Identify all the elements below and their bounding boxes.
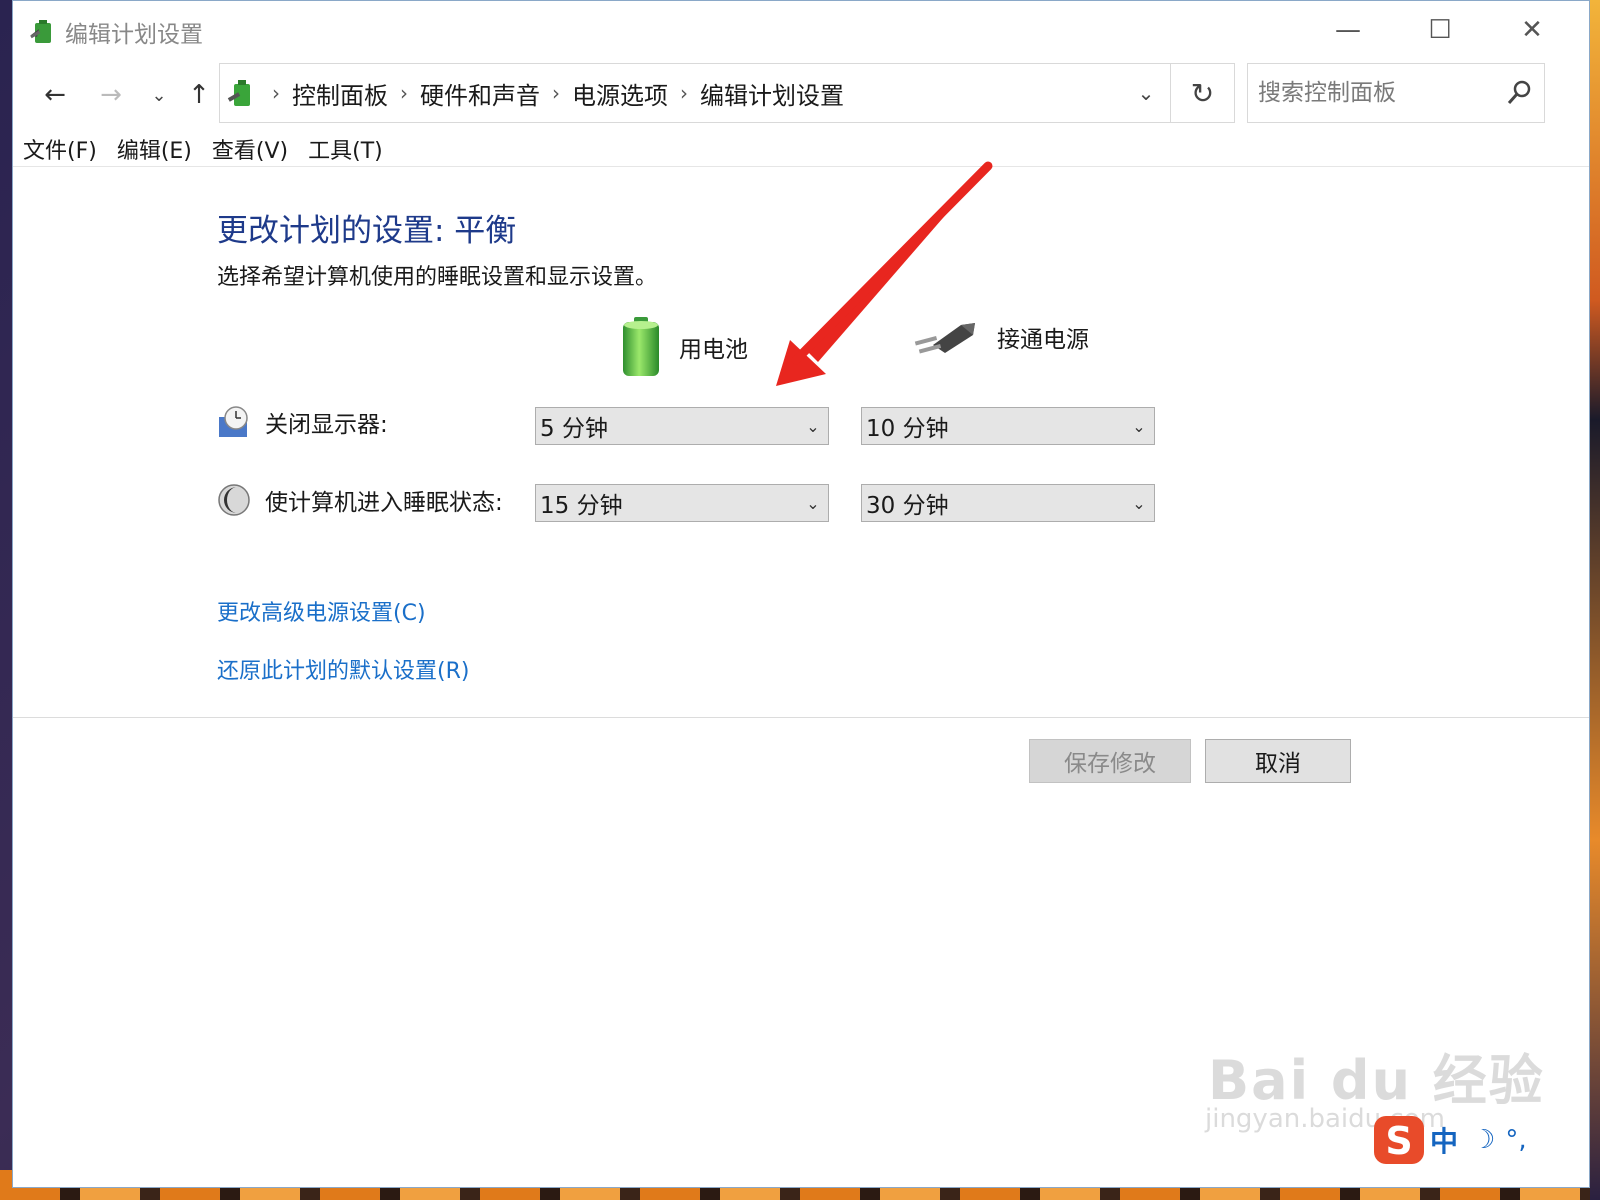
search-input[interactable] [1258, 76, 1498, 110]
sleep-moon-icon [218, 484, 250, 516]
up-button[interactable]: ↑ [179, 75, 219, 115]
setting-row-display: 关闭显示器: [217, 405, 388, 439]
breadcrumb-separator[interactable]: › [552, 81, 560, 105]
address-dropdown-button[interactable]: ⌄ [1122, 64, 1170, 122]
search-icon[interactable] [1504, 78, 1534, 108]
cancel-button[interactable]: 取消 [1205, 739, 1351, 783]
breadcrumb-separator: › [272, 81, 280, 105]
breadcrumb-control-panel[interactable]: 控制面板 [292, 76, 388, 111]
monitor-clock-icon [219, 406, 248, 437]
desktop-background-edge [1590, 0, 1600, 1200]
chevron-down-icon: ⌄ [1132, 416, 1146, 436]
menu-view[interactable]: 查看(V) [202, 129, 298, 167]
column-header-battery: 用电池 [617, 315, 748, 379]
page-subtitle: 选择希望计算机使用的睡眠设置和显示设置。 [217, 265, 658, 290]
close-button[interactable]: ✕ [1497, 9, 1567, 51]
back-button[interactable]: ← [35, 75, 75, 115]
sogou-logo-icon[interactable]: S [1372, 1114, 1426, 1166]
column-label-plugged-in: 接通电源 [997, 327, 1089, 353]
recent-locations-button[interactable]: ⌄ [139, 75, 179, 115]
breadcrumb-power-options[interactable]: 电源选项 [572, 76, 668, 111]
display-off-battery-select[interactable]: 5 分钟 ⌄ [535, 407, 829, 445]
power-options-icon [227, 80, 250, 106]
main-content: 更改计划的设置: 平衡 选择希望计算机使用的睡眠设置和显示设置。 用电池 接通电… [13, 167, 1589, 717]
menu-bar: 文件(F) 编辑(E) 查看(V) 工具(T) [13, 129, 1589, 167]
select-value: 30 分钟 [866, 493, 949, 519]
search-box[interactable] [1247, 63, 1545, 123]
chevron-down-icon: ⌄ [1132, 493, 1146, 513]
ime-punctuation-icon[interactable]: °, [1505, 1125, 1526, 1155]
window-title: 编辑计划设置 [65, 22, 203, 48]
column-label-battery: 用电池 [679, 337, 748, 363]
control-panel-window: 编辑计划设置 — ☐ ✕ ← → ⌄ ↑ › 控制面板 › 硬件和声音 › 电源… [12, 0, 1590, 1188]
breadcrumb-hardware-sound[interactable]: 硬件和声音 [420, 76, 540, 111]
column-header-plugged-in: 接通电源 [913, 315, 1089, 359]
save-changes-button[interactable]: 保存修改 [1029, 739, 1191, 783]
battery-icon [623, 317, 659, 376]
refresh-icon[interactable]: ↻ [1170, 64, 1234, 122]
title-bar: 编辑计划设置 — ☐ ✕ [13, 1, 1589, 61]
setting-row-sleep: 使计算机进入睡眠状态: [217, 483, 503, 517]
select-value: 10 分钟 [866, 416, 949, 442]
chevron-down-icon: ⌄ [806, 493, 820, 513]
sleep-battery-select[interactable]: 15 分钟 ⌄ [535, 484, 829, 522]
chevron-down-icon: ⌄ [806, 416, 820, 436]
restore-defaults-link[interactable]: 还原此计划的默认设置(R) [217, 653, 469, 685]
breadcrumb-edit-plan[interactable]: 编辑计划设置 [700, 76, 844, 111]
power-options-icon [30, 20, 51, 43]
select-value: 5 分钟 [540, 416, 608, 442]
navigation-row: ← → ⌄ ↑ › 控制面板 › 硬件和声音 › 电源选项 › 编辑计划设置 ⌄… [13, 61, 1589, 127]
menu-tools[interactable]: 工具(T) [298, 129, 393, 167]
breadcrumb-separator[interactable]: › [680, 81, 688, 105]
advanced-power-settings-link[interactable]: 更改高级电源设置(C) [217, 595, 426, 627]
select-value: 15 分钟 [540, 493, 623, 519]
setting-label-sleep: 使计算机进入睡眠状态: [265, 490, 503, 516]
breadcrumb-separator[interactable]: › [400, 81, 408, 105]
display-off-plugged-in-select[interactable]: 10 分钟 ⌄ [861, 407, 1155, 445]
ime-moon-icon[interactable]: ☽ [1472, 1125, 1495, 1155]
menu-file[interactable]: 文件(F) [13, 129, 107, 167]
forward-button[interactable]: → [91, 75, 131, 115]
svg-text:S: S [1385, 1119, 1412, 1163]
ime-mode-chinese[interactable]: 中 [1430, 1120, 1458, 1160]
setting-label-display: 关闭显示器: [265, 412, 388, 438]
maximize-button[interactable]: ☐ [1405, 9, 1475, 51]
plug-icon [914, 323, 975, 354]
minimize-button[interactable]: — [1313, 9, 1383, 51]
page-title: 更改计划的设置: 平衡 [217, 213, 517, 249]
menu-edit[interactable]: 编辑(E) [107, 129, 202, 167]
ime-toolbar[interactable]: S 中 ☽ °, [1372, 1114, 1600, 1166]
sleep-plugged-in-select[interactable]: 30 分钟 ⌄ [861, 484, 1155, 522]
address-bar[interactable]: › 控制面板 › 硬件和声音 › 电源选项 › 编辑计划设置 ⌄ ↻ [219, 63, 1235, 123]
footer-divider [13, 717, 1589, 718]
